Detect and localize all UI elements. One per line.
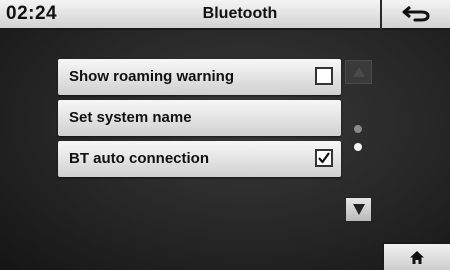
list-item-label: Set system name (69, 109, 192, 126)
page-indicator-dot-1 (354, 125, 362, 133)
scroll-down-button[interactable] (345, 197, 372, 222)
page-indicator-dot-2 (354, 143, 362, 151)
list-item-label: BT auto connection (69, 150, 209, 167)
home-icon (410, 250, 424, 264)
scroll-up-arrow-icon (352, 67, 365, 77)
scroll-up-button[interactable] (345, 60, 372, 84)
clock: 02:24 (6, 3, 58, 24)
list-item-bt-auto-connection[interactable]: BT auto connection (58, 141, 341, 177)
list-item-set-system-name[interactable]: Set system name (58, 100, 341, 136)
roaming-warning-checkbox[interactable] (315, 67, 333, 85)
back-arrow-icon (402, 5, 430, 22)
checkmark-icon (318, 152, 330, 164)
scroll-down-arrow-icon (352, 204, 365, 215)
list-item-show-roaming-warning[interactable]: Show roaming warning (58, 59, 341, 95)
page-title: Bluetooth (202, 5, 278, 22)
list-item-label: Show roaming warning (69, 68, 235, 85)
back-button[interactable] (382, 0, 450, 28)
bluetooth-screen: 02:24 Bluetooth Show roaming warning Set… (0, 0, 450, 270)
header-bar: 02:24 Bluetooth (0, 0, 450, 30)
bt-auto-connection-checkbox[interactable] (315, 149, 333, 167)
home-button[interactable] (382, 242, 450, 270)
